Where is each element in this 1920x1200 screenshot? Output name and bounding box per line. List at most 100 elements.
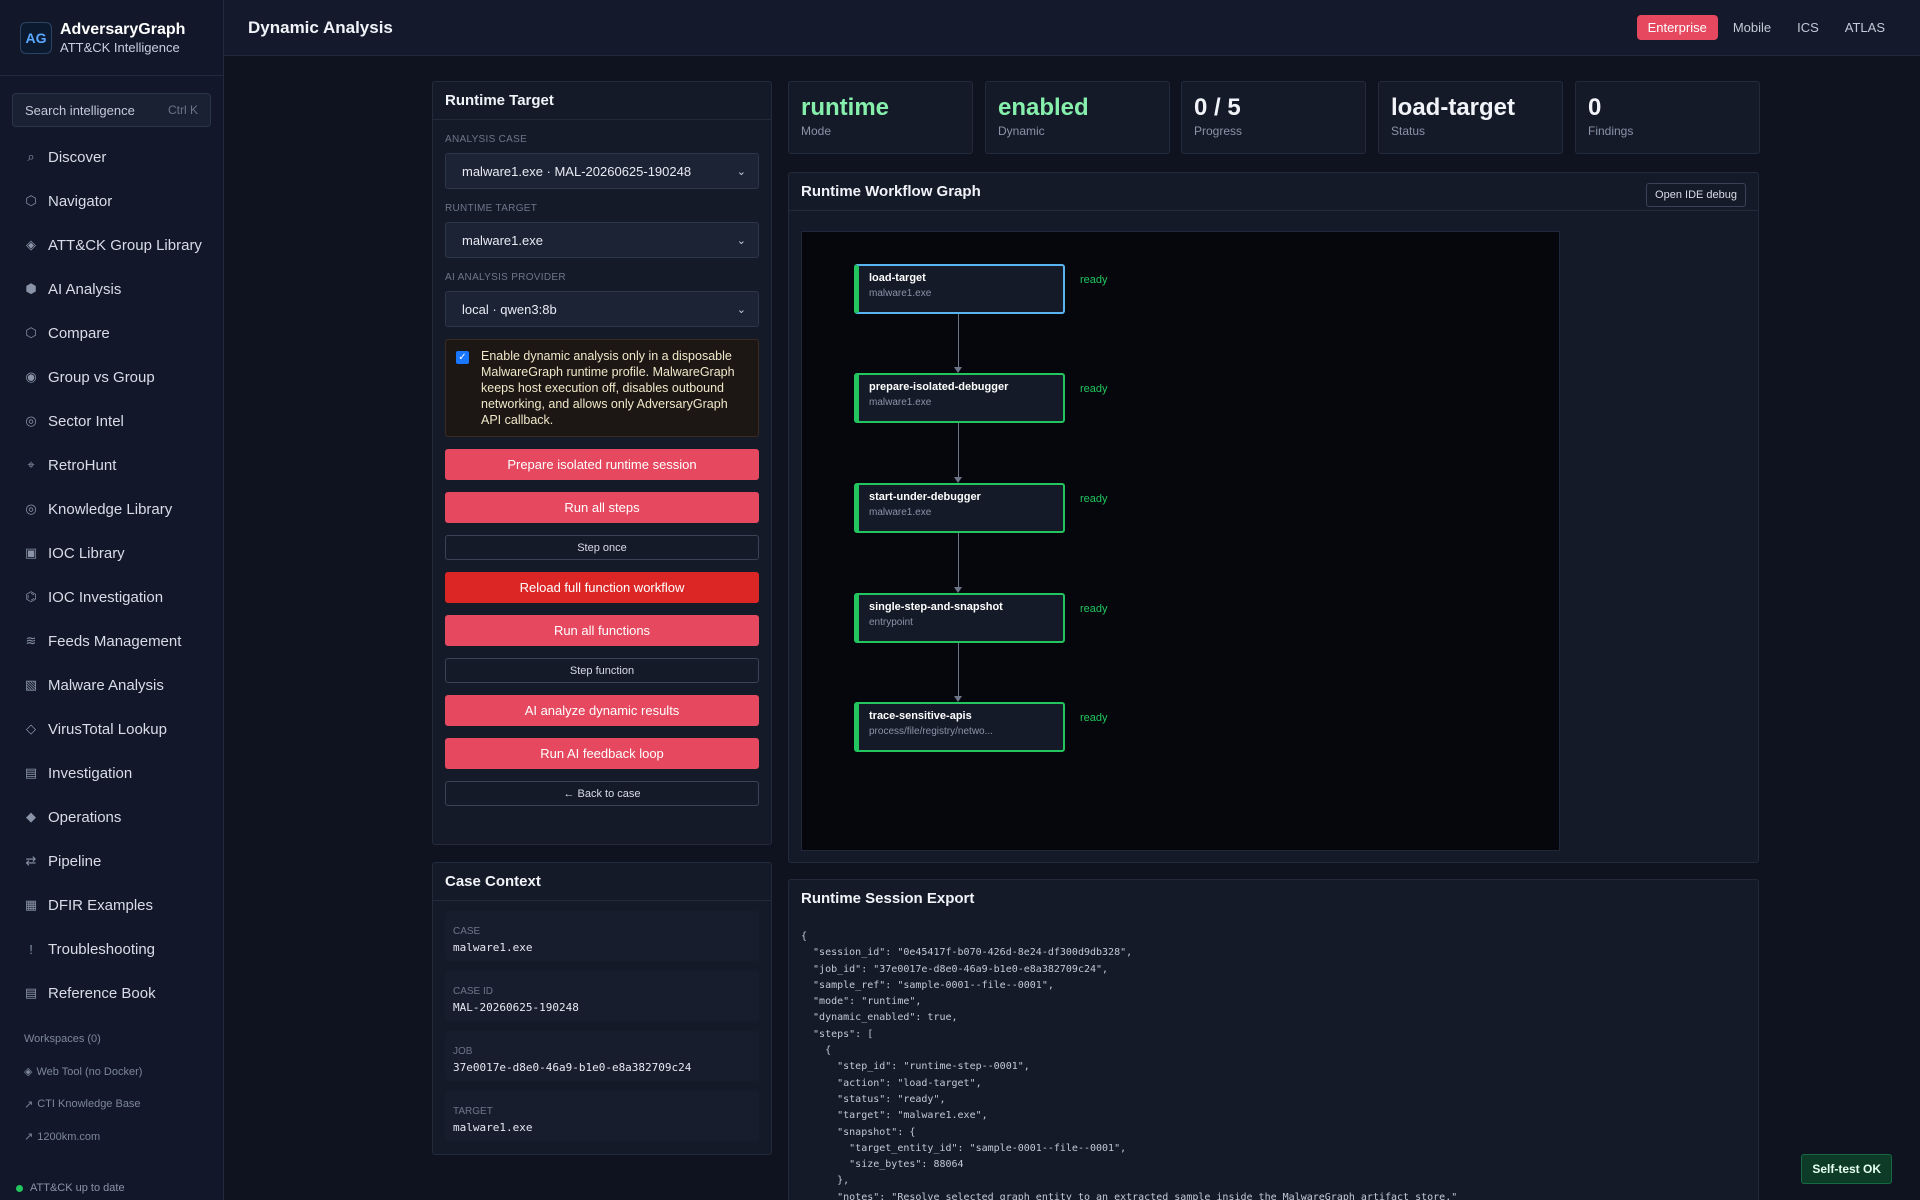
step-function-button[interactable]: Step function [445,658,759,683]
top-header: Dynamic Analysis Enterprise Mobile ICS ATLA… [224,0,1920,56]
export-json: { "session_id": "0e45417f-b070-426d-8e24… [801,931,1458,1200]
sidebar-item-ai-analysis[interactable]: ⬢ AI Analysis [0,267,223,311]
sidebar-item-label: Operations [48,808,122,826]
sidebar-item-label: Reference Book [48,984,156,1002]
sidebar-item-malware-analysis[interactable]: ▧ Malware Analysis [0,663,223,707]
case-label: CASE [453,926,481,937]
tab-enterprise[interactable]: Enterprise [1636,15,1718,40]
ai-feedback-button[interactable]: Run AI feedback loop [445,738,759,769]
ai-analyze-button[interactable]: AI analyze dynamic results [445,695,759,726]
consent-checkbox[interactable]: ✓ [456,351,469,364]
target-value: malware1.exe [453,1121,533,1134]
run-all-steps-button[interactable]: Run all steps [445,492,759,523]
site-link[interactable]: ↗ 1200km.com [24,1121,223,1154]
sidebar-item-label: DFIR Examples [48,896,154,914]
nav-icon: ▤ [24,985,38,1000]
tab-mobile[interactable]: Mobile [1722,15,1782,40]
sidebar-item-label: RetroHunt [48,456,117,474]
nav-icon: ⬡ [25,193,37,208]
attack-status: ATT&CK up to date [16,1176,125,1200]
nav-icon: ⬡ [25,325,37,340]
sidebar-item-compare[interactable]: ⬡ Compare [0,311,223,355]
sidebar-nav: ⌕ Discover ⬡ Navigator ◈ ATT&CK Group Library… [0,135,223,1015]
brand[interactable]: AG AdversaryGraph ATT&CK Intelligence [0,0,223,76]
ai-provider-value: local · qwen3:8b [462,301,557,317]
ai-provider-select[interactable]: local · qwen3:8b ⌄ [445,291,759,327]
app-logo-icon: AG [20,21,52,54]
sidebar-item-ioc-investigation[interactable]: ⌬ IOC Investigation [0,575,223,619]
status-dot-icon [16,1184,23,1192]
sidebar-item-label: ATT&CK Group Library [48,236,202,254]
sidebar-item-operations[interactable]: ◆ Operations [0,795,223,839]
workflow-node-single-step-and-snapshot[interactable]: single-step-and-snapshot entrypoint [854,593,1065,643]
stat-label: Mode [801,124,832,138]
stat-card-status: load-target Status [1378,81,1563,154]
step-once-button[interactable]: Step once [445,535,759,560]
sidebar-item-virustotal-lookup[interactable]: ◇ VirusTotal Lookup [0,707,223,751]
sidebar-item-att-ck-group-library[interactable]: ◈ ATT&CK Group Library [0,223,223,267]
workflow-canvas[interactable]: load-target malware1.exe ready prepare-isol… [801,231,1560,851]
workflow-node-start-under-debugger[interactable]: start-under-debugger malware1.exe [854,483,1065,533]
nav-icon: ◎ [25,501,37,516]
sidebar-item-sector-intel[interactable]: ◎ Sector Intel [0,399,223,443]
site-label: 1200km.com [37,1130,101,1143]
stat-card-progress: 0 / 5 Progress [1181,81,1366,154]
chevron-down-icon: ⌄ [736,303,746,316]
self-test-toast[interactable]: Self-test OK [1801,1154,1892,1184]
case-value: malware1.exe [453,941,533,954]
target-field: TARGET malware1.exe [445,1091,759,1141]
sidebar-item-label: Group vs Group [48,368,155,386]
nav-icon: ◇ [26,721,36,736]
workspaces-link[interactable]: Workspaces (0) [24,1023,223,1056]
nav-icon: ◆ [26,809,36,824]
search-input[interactable]: Search intelligence Ctrl K [12,93,211,127]
nav-icon: ! [29,941,33,957]
chevron-down-icon: ⌄ [736,165,746,178]
sidebar-item-troubleshooting[interactable]: ! Troubleshooting [0,927,223,971]
sidebar-item-discover[interactable]: ⌕ Discover [0,135,223,179]
node-status: ready [1080,712,1108,724]
page-title: Dynamic Analysis [248,17,393,37]
cti-kb-link[interactable]: ↗ CTI Knowledge Base [24,1088,223,1121]
runtime-target-select[interactable]: malware1.exe ⌄ [445,222,759,258]
sidebar-item-group-vs-group[interactable]: ◉ Group vs Group [0,355,223,399]
reload-workflow-button[interactable]: Reload full function workflow [445,572,759,603]
domain-switcher: Enterprise Mobile ICS ATLAS [1636,15,1896,40]
web-tool-link[interactable]: ◈ Web Tool (no Docker) [24,1056,223,1089]
case-id-value: MAL-20260625-190248 [453,1001,579,1014]
sidebar-item-dfir-examples[interactable]: ▦ DFIR Examples [0,883,223,927]
tab-atlas[interactable]: ATLAS [1834,15,1896,40]
node-title: single-step-and-snapshot [869,601,1003,613]
workflow-node-load-target[interactable]: load-target malware1.exe [854,264,1065,314]
workflow-edge [958,643,959,696]
sidebar-item-ioc-library[interactable]: ▣ IOC Library [0,531,223,575]
run-all-functions-button[interactable]: Run all functions [445,615,759,646]
case-context-panel: Case Context CASE malware1.exe CASE ID M… [432,862,772,1155]
prepare-session-button[interactable]: Prepare isolated runtime session [445,449,759,480]
nav-icon: ⬢ [25,281,37,296]
sidebar-item-investigation[interactable]: ▤ Investigation [0,751,223,795]
runtime-target-value: malware1.exe [462,232,543,248]
stat-label: Dynamic [998,124,1045,138]
sidebar-item-retrohunt[interactable]: ⌖ RetroHunt [0,443,223,487]
sidebar-item-label: Malware Analysis [48,676,164,694]
sidebar-item-knowledge-library[interactable]: ◎ Knowledge Library [0,487,223,531]
dynamic-consent: ✓ Enable dynamic analysis only in a disp… [445,339,759,437]
open-ide-debug-button[interactable]: Open IDE debug [1646,183,1746,207]
consent-text: Enable dynamic analysis only in a dispos… [481,349,735,427]
sidebar-item-reference-book[interactable]: ▤ Reference Book [0,971,223,1015]
tab-ics[interactable]: ICS [1786,15,1830,40]
ai-provider-label: AI ANALYSIS PROVIDER [445,272,566,283]
analysis-case-select[interactable]: malware1.exe · MAL-20260625-190248 ⌄ [445,153,759,189]
node-title: load-target [869,272,926,284]
back-to-case-button[interactable]: ← Back to case [445,781,759,806]
runtime-target-panel: Runtime Target ANALYSIS CASE malware1.ex… [432,81,772,845]
sidebar-item-navigator[interactable]: ⬡ Navigator [0,179,223,223]
sidebar-item-feeds-management[interactable]: ≋ Feeds Management [0,619,223,663]
sidebar-item-pipeline[interactable]: ⇄ Pipeline [0,839,223,883]
nav-icon: ⌕ [27,149,35,164]
workflow-node-trace-sensitive-apis[interactable]: trace-sensitive-apis process/file/registr… [854,702,1065,752]
sidebar-item-label: Compare [48,324,110,342]
workflow-node-prepare-isolated-debugger[interactable]: prepare-isolated-debugger malware1.exe [854,373,1065,423]
web-tool-label: Web Tool (no Docker) [36,1065,143,1078]
